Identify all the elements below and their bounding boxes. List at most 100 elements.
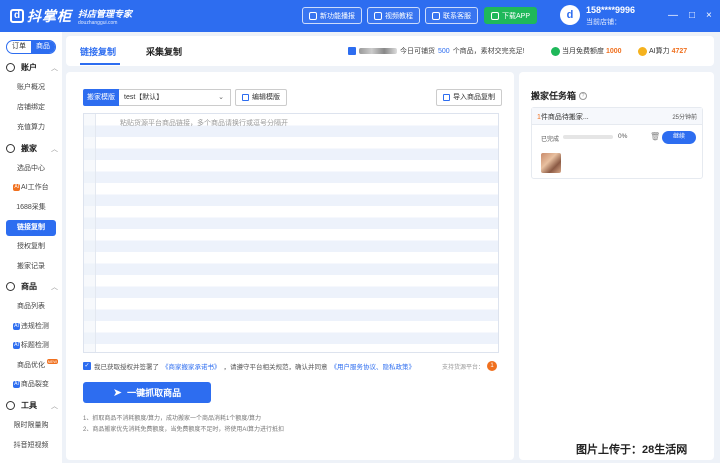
app-logo: d 抖掌柜 抖店管理专家 douzhanggui.com (10, 6, 132, 26)
template-select[interactable]: test【默认】 ⌄ (119, 89, 231, 106)
tab-link-copy[interactable]: 链接复制 (80, 45, 116, 58)
sidebar-item-link-copy[interactable]: 链接复制 (6, 220, 56, 236)
section-products[interactable]: 商品 ︿ (6, 281, 58, 292)
chevron-up-icon: ︿ (51, 283, 58, 291)
video-tutorial-button[interactable]: 视频教程 (367, 7, 420, 24)
line-gutter (84, 114, 96, 352)
link-input-placeholder: 粘贴货源平台商品链接，多个商品请换行或逗号分隔开 (120, 120, 288, 127)
sidebar-item-1688-collect[interactable]: 1688采集 (6, 200, 56, 216)
usage-notes: 1、抓取商品不消耗额度/算力，成功搬家一个商品消耗1个额度/算力 2、商品搬家优… (83, 416, 285, 433)
ai-power: AI算力 4727 (638, 46, 687, 56)
chevron-up-icon: ︿ (51, 145, 58, 153)
ai-badge-icon: AI (13, 381, 20, 388)
app-name: 抖掌柜 (27, 8, 72, 24)
sidebar: 订单 商品 账户 ︿ 账户概况 店铺绑定 充值算力 搬家 ︿ 选品中心 AI AI工作… (0, 32, 62, 463)
chevron-down-icon: ⌄ (218, 94, 224, 101)
sidebar-item-flash-sale[interactable]: 限时限量购 (6, 418, 56, 434)
segment-orders[interactable]: 订单 (7, 41, 31, 53)
notice-icon (348, 47, 356, 55)
sidebar-item-selection-center[interactable]: 选品中心 (6, 161, 56, 177)
send-icon: ➤ (112, 387, 123, 399)
copy-panel: 搬家模版 test【默认】 ⌄ 编辑模版 导入商品复制 粘贴货源平台商品链接，多个… (66, 72, 514, 460)
help-icon[interactable]: ? (579, 91, 588, 100)
merchant-commitment-link[interactable]: 《商家搬家承诺书》 (162, 361, 221, 371)
edit-template-button[interactable]: 编辑模版 (235, 89, 287, 106)
trash-icon[interactable]: 🗑 (650, 132, 660, 141)
task-progress-text: 0% (618, 133, 628, 140)
grab-products-button[interactable]: ➤ 一键抓取商品 (83, 382, 211, 403)
agreement-row: ✓ 我已获取授权并签署了 《商家搬家承诺书》 ，请遵守平台相关规范，确认并同意 … (83, 361, 416, 371)
product-thumbnail (541, 153, 561, 173)
avatar[interactable]: d (560, 5, 580, 25)
maximize-button[interactable]: □ (689, 10, 695, 21)
sidebar-item-product-fission[interactable]: AI 商品裂变 (6, 377, 56, 393)
sidebar-item-title-check[interactable]: AI 标题检测 (6, 338, 56, 354)
sidebar-item-store-binding[interactable]: 店铺绑定 (6, 100, 56, 116)
task-item: 1件商品待搬家... 25分钟前 已完成 0% 🗑 继续 (531, 107, 703, 179)
contact-support-button[interactable]: 联系客服 (425, 7, 478, 24)
section-account[interactable]: 账户 ︿ (6, 62, 58, 73)
import-icon (443, 94, 450, 101)
video-icon (374, 11, 382, 20)
section-move[interactable]: 搬家 ︿ (6, 143, 58, 154)
sidebar-item-violation-check[interactable]: AI 违规检测 (6, 319, 56, 335)
tools-icon (6, 401, 15, 410)
headset-icon (432, 11, 440, 20)
segment-products[interactable]: 商品 (31, 41, 55, 53)
chevron-up-icon: ︿ (51, 64, 58, 72)
free-quota: 当月免费额度 1000 (551, 46, 622, 56)
minimize-button[interactable]: — (668, 10, 678, 21)
section-tools[interactable]: 工具 ︿ (6, 400, 58, 411)
logo-mark: d (10, 9, 24, 23)
ai-power-icon (638, 46, 647, 56)
current-store-label[interactable]: 当前店铺： (586, 17, 621, 27)
sidebar-item-product-list[interactable]: 商品列表 (6, 299, 56, 315)
app-tagline: 抖店管理专家 (78, 8, 133, 19)
top-bar: d 抖掌柜 抖店管理专家 douzhanggui.com 新功能播报 视频教程 … (0, 0, 720, 32)
tab-collect-copy[interactable]: 采集复制 (146, 45, 182, 58)
chevron-up-icon: ︿ (51, 402, 58, 410)
new-badge: NEW (46, 359, 58, 364)
link-input[interactable]: 粘贴货源平台商品链接，多个商品请换行或逗号分隔开 (83, 113, 499, 353)
supported-platforms: 支持货源平台： 1 (442, 361, 498, 371)
sidebar-item-account-overview[interactable]: 账户概况 (6, 80, 56, 96)
download-app-button[interactable]: 下载APP (484, 7, 538, 24)
app-domain: douzhanggui.com (78, 19, 118, 26)
import-products-button[interactable]: 导入商品复制 (436, 89, 502, 106)
watermark: 图片上传于：28生活网 (576, 444, 688, 456)
main-header: 链接复制 采集复制 今日可铺货 500 个商品，素材交完充足! 当月免费额度 100… (66, 36, 714, 66)
task-box-title: 搬家任务箱? (531, 89, 588, 102)
task-time: 25分钟前 (672, 115, 697, 121)
task-progress-bar (563, 135, 613, 139)
service-agreement-link[interactable]: 《用户服务协议、隐私政策》 (331, 361, 416, 371)
sidebar-item-ai-workbench[interactable]: AI AI工作台 (6, 180, 56, 196)
sidebar-item-move-records[interactable]: 搬家记录 (6, 259, 56, 275)
ai-badge-icon: AI (13, 342, 20, 349)
move-icon (6, 144, 15, 153)
sidebar-item-recharge[interactable]: 充值算力 (6, 120, 56, 136)
redacted-store-name (359, 48, 397, 54)
new-features-button[interactable]: 新功能播报 (302, 7, 362, 24)
daily-notice: 今日可铺货 500 个商品，素材交完充足! (348, 46, 525, 56)
task-box: 搬家任务箱? 1件商品待搬家... 25分钟前 已完成 0% 🗑 继续 (519, 72, 714, 460)
sidebar-item-douyin-video[interactable]: 抖音短视频 (6, 438, 56, 454)
sidebar-item-product-optimize[interactable]: 商品优化 NEW (6, 358, 58, 374)
task-status: 已完成 (541, 137, 560, 143)
order-product-switch: 订单 商品 (6, 40, 56, 54)
agreement-checkbox[interactable]: ✓ (83, 362, 91, 370)
edit-icon (242, 94, 249, 101)
template-label: 搬家模版 (83, 89, 119, 106)
ai-badge-icon: AI (13, 323, 20, 330)
product-icon (6, 282, 15, 291)
close-button[interactable]: × (706, 10, 712, 21)
platform-icon[interactable]: 1 (487, 361, 498, 371)
ai-badge-icon: AI (13, 184, 21, 191)
quota-icon (551, 46, 560, 56)
task-title: 1件商品待搬家... (537, 114, 589, 121)
sidebar-item-authorized-copy[interactable]: 授权复制 (6, 239, 56, 255)
account-icon (6, 63, 15, 72)
user-phone: 158****9996 (586, 5, 636, 15)
download-icon (491, 11, 499, 20)
continue-button[interactable]: 继续 (662, 131, 696, 144)
broadcast-icon (309, 11, 317, 20)
